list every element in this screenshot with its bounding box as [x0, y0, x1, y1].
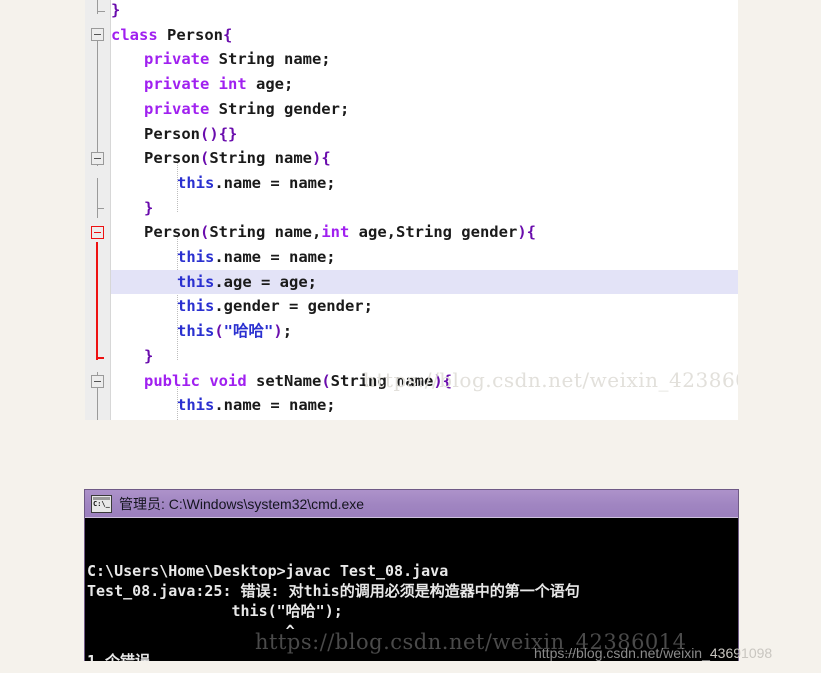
console-titlebar[interactable]: 管理员: C:\Windows\system32\cmd.exe — [85, 490, 738, 518]
code-line[interactable]: this.gender = gender; — [111, 294, 738, 319]
fold-end-tick-outer — [97, 4, 105, 12]
fold-toggle-constructor-3[interactable] — [91, 226, 104, 239]
console-line: C:\Users\Home\Desktop>javac Test_08.java — [87, 562, 449, 580]
java-code-editor[interactable]: } class Person{private String name; privat… — [85, 0, 738, 420]
console-line: 1 个错误 — [87, 652, 151, 661]
code-line[interactable]: } — [111, 344, 738, 369]
console-body[interactable]: C:\Users\Home\Desktop>javac Test_08.java… — [85, 518, 738, 661]
bottom-watermark: https://blog.csdn.net/weixin_43691098 — [534, 645, 772, 661]
console-line: Test_08.java:25: 错误: 对this的调用必须是构造器中的第一个… — [87, 582, 580, 600]
code-line[interactable]: } — [111, 0, 738, 23]
fold-toggle-class-person[interactable] — [91, 28, 104, 41]
fold-toggle-constructor-1[interactable] — [91, 152, 104, 165]
code-line[interactable]: this.name = name; — [111, 245, 738, 270]
code-line[interactable]: Person(String name){ — [111, 146, 738, 171]
editor-watermark: https://blog.csdn.net/weixin_42386014 — [363, 368, 738, 392]
cmd-icon — [91, 494, 112, 513]
command-prompt-window[interactable]: 管理员: C:\Windows\system32\cmd.exe C:\User… — [85, 490, 738, 661]
console-line: this("哈哈"); — [87, 602, 343, 620]
code-line[interactable]: this.name = name; — [111, 393, 738, 418]
code-line[interactable]: this("哈哈"); — [111, 319, 738, 344]
code-line[interactable]: this.age = age; — [111, 269, 738, 295]
code-line[interactable]: private String gender; — [111, 97, 738, 122]
code-line[interactable]: this.name = name; — [111, 171, 738, 196]
fold-end-tick-constructor-3 — [97, 357, 104, 359]
code-line[interactable]: Person(){} — [111, 122, 738, 147]
code-line[interactable]: Person(String name,int age,String gender… — [111, 220, 738, 245]
fold-end-tick-constructor-1 — [97, 208, 104, 209]
editor-code-area[interactable]: } class Person{private String name; privat… — [111, 0, 738, 420]
fold-rail-class — [97, 38, 98, 166]
code-line[interactable]: private int age; — [111, 72, 738, 97]
fold-rail-ctor3-active — [96, 242, 98, 360]
console-title-text: 管理员: C:\Windows\system32\cmd.exe — [119, 495, 365, 512]
fold-toggle-setname[interactable] — [91, 375, 104, 388]
editor-gutter[interactable] — [85, 0, 111, 420]
bottom-watermark-suffix: 43691098 — [709, 645, 773, 661]
code-line[interactable]: class Person{ — [111, 23, 738, 48]
bottom-watermark-prefix: https://blog.csdn.net/weixin_ — [534, 645, 710, 661]
fold-rail-ctor1 — [97, 178, 98, 218]
code-line[interactable]: } — [111, 196, 738, 221]
code-line[interactable]: private String name; — [111, 47, 738, 72]
screenshot-root: } class Person{private String name; privat… — [0, 0, 821, 673]
